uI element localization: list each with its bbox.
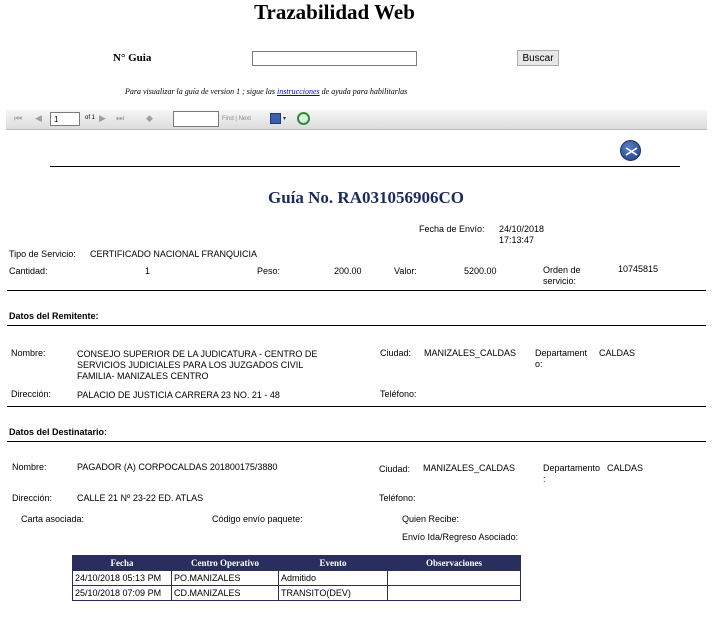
divider [7,441,706,442]
remitente-ciudad-label: Ciudad: [380,348,412,358]
peso-value: 200.00 [334,266,362,276]
remitente-departamento-label-1: Departament [535,348,588,358]
cantidad-value: 1 [145,266,151,276]
tracking-table: Fecha Centro Operativo Evento Observacio… [72,555,521,601]
remitente-direccion-value: PALACIO DE JUSTICIA CARRERA 23 NO. 21 - … [77,390,280,400]
refresh-icon[interactable] [297,112,310,125]
orden-servicio-value: 10745815 [618,264,659,274]
report-toolbar: ⏮ ◀ of 1 ▶ ⏭ ◆ Find | Next ▾ [6,110,707,130]
carta-asociada-label: Carta asociada: [21,514,85,524]
valor-value: 5200.00 [464,266,497,276]
remitente-section-title: Datos del Remitente: [9,311,99,321]
destinatario-direccion-label: Dirección: [12,493,53,503]
email-icon[interactable] [620,140,641,161]
find-input[interactable] [173,111,219,127]
remitente-nombre-line1: CONSEJO SUPERIOR DE LA JUDICATURA - CENT… [77,349,318,359]
cell-evento: TRANSITO(DEV) [278,585,388,601]
destinatario-nombre-value: PAGADOR (A) CORPOCALDAS 201800175/3880 [77,462,278,472]
cell-fecha: 24/10/2018 05:13 PM [72,570,172,586]
destinatario-ciudad-label: Ciudad: [379,464,411,474]
destinatario-nombre-label: Nombre: [12,462,47,472]
table-row: 25/10/2018 07:09 PM CD.MANIZALES TRANSIT… [72,585,521,601]
destinatario-departamento-label-2: : [543,474,546,484]
first-page-icon[interactable]: ⏮ [14,113,22,124]
valor-label: Valor: [394,266,417,276]
cell-observaciones [387,585,521,601]
destinatario-departamento-label-1: Departamento [543,463,601,473]
table-row: 24/10/2018 05:13 PM PO.MANIZALES Admitid… [72,570,521,586]
remitente-telefono-label: Teléfono: [380,389,417,399]
codigo-envio-paquete-label: Código envío paquete: [212,514,303,524]
remitente-departamento-label-2: o: [535,359,543,369]
column-header-evento: Evento [278,555,388,571]
orden-servicio-label-1: Orden de [543,265,581,275]
quien-recibe-label: Quien Recibe: [402,514,460,524]
tipo-servicio-label: Tipo de Servicio: [9,249,76,259]
cell-fecha: 25/10/2018 07:09 PM [72,585,172,601]
remitente-departamento-value: CALDAS [599,348,636,358]
destinatario-direccion-value: CALLE 21 Nº 23-22 ED. ATLAS [77,493,204,503]
help-note: Para visualizar la guía de version 1 ; s… [125,87,407,96]
orden-servicio-label-2: servicio: [543,276,577,286]
guia-number-label: N° Guia [113,52,152,64]
tipo-servicio-value: CERTIFICADO NACIONAL FRANQUICIA [90,249,258,259]
tracking-header-row: Fecha Centro Operativo Evento Observacio… [72,555,521,571]
cell-centro-operativo: PO.MANIZALES [171,570,279,586]
instructions-link[interactable]: instrucciones [277,87,320,96]
remitente-nombre-line2: SERVICIOS JUDICIALES PARA LOS JUZGADOS C… [77,360,304,370]
help-note-prefix: Para visualizar la guía de version 1 ; s… [125,87,277,96]
remitente-ciudad-value: MANIZALES_CALDAS [424,348,517,358]
peso-label: Peso: [257,266,281,276]
divider [7,406,706,407]
page-number-input[interactable] [50,112,80,126]
envio-ida-regreso-label: Envío Ida/Regreso Asociado: [402,532,519,542]
divider [50,166,680,167]
cell-observaciones [387,570,521,586]
column-header-observaciones: Observaciones [387,555,521,571]
destinatario-telefono-label: Teléfono: [379,493,416,503]
cell-centro-operativo: CD.MANIZALES [171,585,279,601]
page-title: Trazabilidad Web [254,0,415,24]
export-dropdown-icon[interactable]: ▾ [283,115,286,122]
column-header-centro-operativo: Centro Operativo [171,555,279,571]
next-page-icon[interactable]: ▶ [99,113,106,124]
guia-heading: Guía No. RA031056906CO [268,188,464,207]
destinatario-ciudad-value: MANIZALES_CALDAS [423,463,516,473]
remitente-direccion-label: Dirección: [11,389,52,399]
fecha-envio-label: Fecha de Envío: [419,224,485,234]
remitente-nombre-line3: FAMILIA- MANIZALES CENTRO [77,371,209,381]
remitente-nombre-label: Nombre: [11,348,46,358]
cantidad-label: Cantidad: [9,266,48,276]
last-page-icon[interactable]: ⏭ [116,113,124,124]
destinatario-departamento-value: CALDAS [607,463,644,473]
fecha-envio-time: 17:13:47 [499,235,535,245]
guia-number-input[interactable] [252,51,417,66]
search-button[interactable]: Buscar [517,50,559,66]
divider [7,325,706,326]
export-icon[interactable] [270,113,281,124]
find-next-links[interactable]: Find | Next [222,116,251,122]
column-header-fecha: Fecha [72,555,172,571]
help-note-suffix: de ayuda para habilitarlas [319,87,408,96]
back-icon[interactable]: ◆ [146,113,153,124]
page-count: of 1 [85,115,96,121]
divider [7,290,706,291]
prev-page-icon[interactable]: ◀ [35,113,42,124]
cell-evento: Admitido [278,570,388,586]
fecha-envio-date: 24/10/2018 [499,224,545,234]
destinatario-section-title: Datos del Destinatario: [9,427,108,437]
